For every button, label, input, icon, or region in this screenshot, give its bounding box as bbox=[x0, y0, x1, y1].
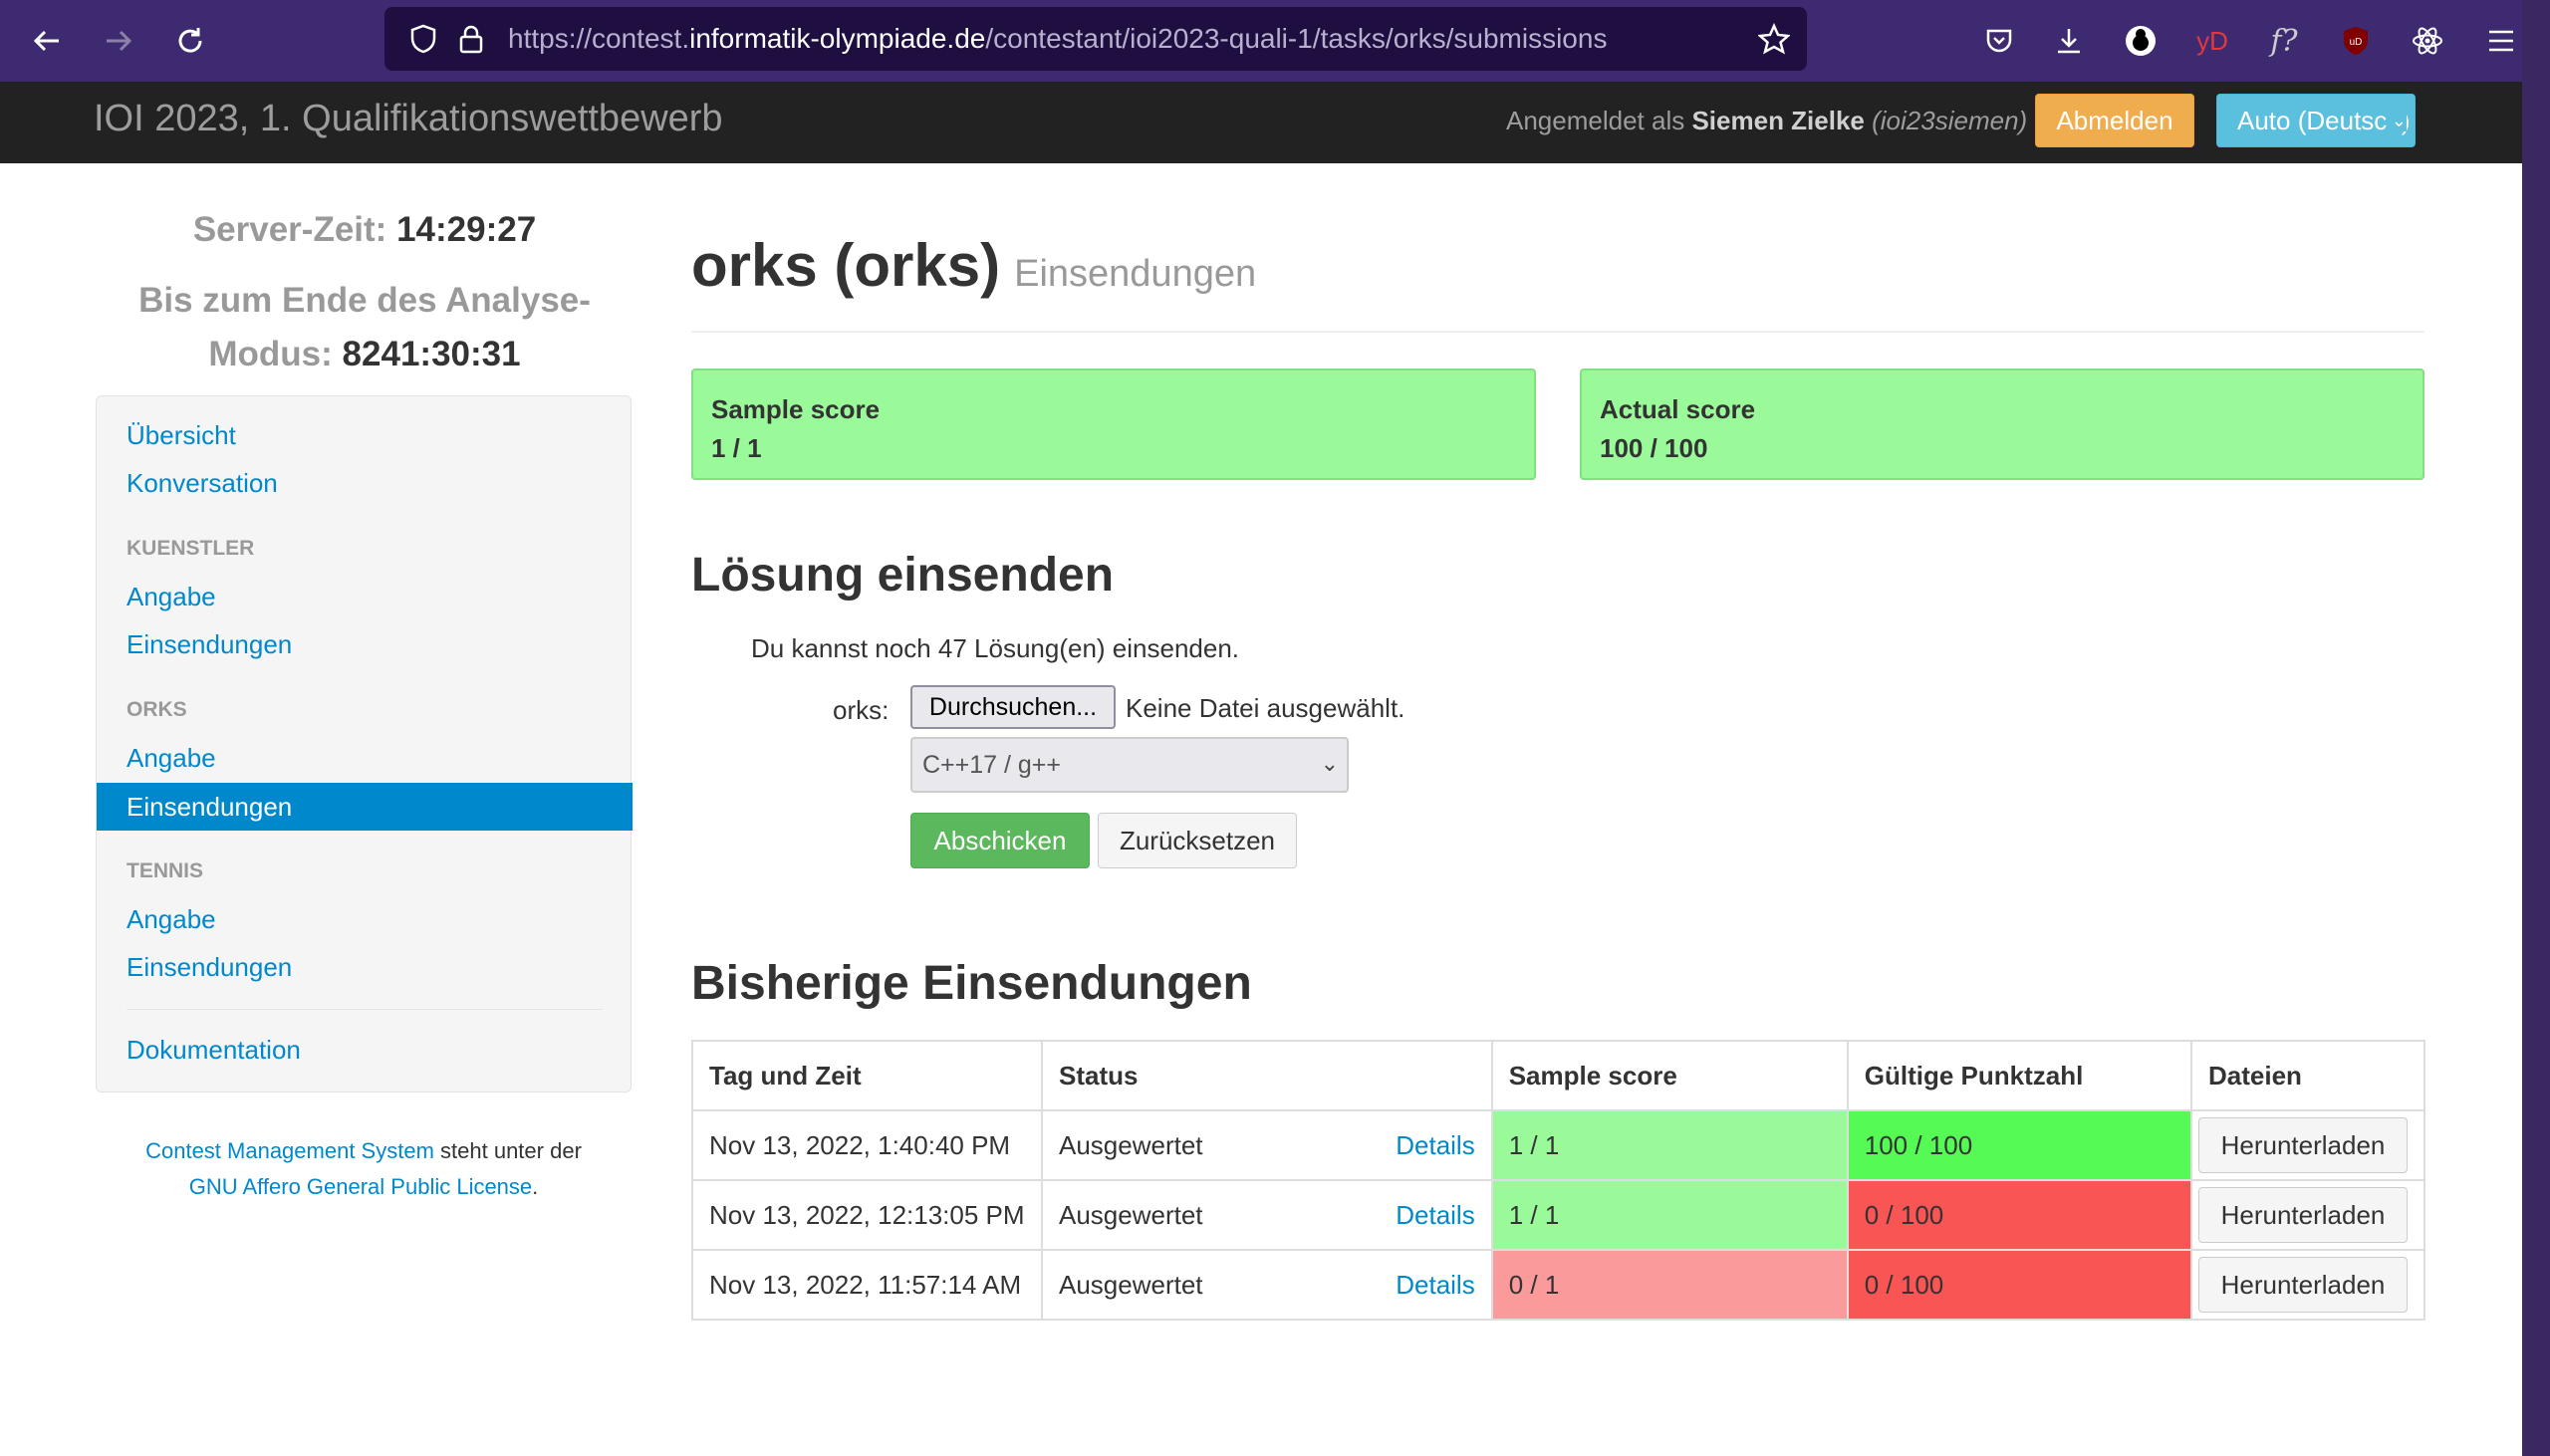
reset-button[interactable]: Zurücksetzen bbox=[1098, 813, 1297, 868]
column-header: Tag und Zeit bbox=[691, 1040, 1043, 1111]
actual-score-box: Actual score 100 / 100 bbox=[1580, 368, 2424, 480]
submission-time: Nov 13, 2022, 12:13:05 PM bbox=[691, 1179, 1043, 1251]
browse-file-button[interactable]: Durchsuchen... bbox=[910, 685, 1116, 729]
submission-time: Nov 13, 2022, 1:40:40 PM bbox=[691, 1109, 1043, 1181]
react-devtools-icon[interactable] bbox=[2403, 16, 2452, 66]
sidebar-nav: Übersicht Konversation KUENSTLER Angabe … bbox=[96, 395, 633, 1092]
download-button[interactable]: Herunterladen bbox=[2197, 1257, 2408, 1313]
sample-score-box: Sample score 1 / 1 bbox=[691, 368, 1536, 480]
url-text[interactable]: https://contest.informatik-olympiade.de/… bbox=[508, 23, 1607, 55]
contest-brand[interactable]: IOI 2023, 1. Qualifikationswettbewerb bbox=[94, 98, 723, 140]
sample-score-cell: 1 / 1 bbox=[1490, 1179, 1849, 1251]
lock-icon[interactable] bbox=[446, 14, 496, 64]
details-link[interactable]: Details bbox=[1396, 1270, 1474, 1301]
license-footer: Contest Management System steht unter de… bbox=[145, 1138, 582, 1199]
download-button[interactable]: Herunterladen bbox=[2197, 1187, 2408, 1243]
submission-status: Ausgewertet Details bbox=[1040, 1179, 1493, 1251]
sidebar-item-conversation[interactable]: Konversation bbox=[127, 468, 278, 499]
sidebar-item-overview[interactable]: Übersicht bbox=[127, 420, 236, 451]
chevron-down-icon: ⌄ bbox=[2387, 111, 2407, 131]
table-row: Nov 13, 2022, 1:40:40 PM Ausgewertet Deta… bbox=[691, 1109, 2426, 1181]
no-file-text: Keine Datei ausgewählt. bbox=[1126, 693, 1405, 723]
file-label: orks: bbox=[833, 695, 890, 725]
remaining-submissions: Du kannst noch 47 Lösung(en) einsenden. bbox=[751, 633, 1240, 663]
page-title: orks (orks) Einsendungen bbox=[691, 232, 1257, 299]
analysis-remaining: Bis zum Ende des Analyse- Modus: 8241:30:… bbox=[138, 281, 591, 373]
valid-score-cell: 100 / 100 bbox=[1846, 1109, 2192, 1181]
download-button[interactable]: Herunterladen bbox=[2197, 1117, 2408, 1173]
submission-status: Ausgewertet Details bbox=[1040, 1249, 1493, 1321]
bookmark-star-icon[interactable] bbox=[1749, 14, 1799, 64]
ublock-icon[interactable]: uD bbox=[2331, 16, 2381, 66]
table-row: Nov 13, 2022, 11:57:14 AM Ausgewertet Det… bbox=[691, 1249, 2426, 1321]
submit-heading: Lösung einsenden bbox=[691, 549, 1115, 602]
menu-hamburger-icon[interactable] bbox=[2476, 16, 2522, 66]
table-header-row: Tag und Zeit Status Sample score Gültige… bbox=[691, 1040, 2426, 1111]
previous-submissions-heading: Bisherige Einsendungen bbox=[691, 957, 1252, 1010]
column-header: Dateien bbox=[2189, 1040, 2426, 1111]
sidebar-section-tennis: TENNIS bbox=[127, 859, 204, 882]
sidebar-item-orks-statement[interactable]: Angabe bbox=[127, 743, 216, 774]
sidebar-section-orks: ORKS bbox=[127, 698, 187, 721]
extension-f-icon[interactable]: f? bbox=[2259, 16, 2309, 66]
sidebar-item-kuenstler-statement[interactable]: Angabe bbox=[127, 582, 216, 612]
submit-button[interactable]: Abschicken bbox=[910, 813, 1090, 868]
extension-octocat-icon[interactable] bbox=[2116, 16, 2166, 66]
sidebar-item-tennis-submissions[interactable]: Einsendungen bbox=[127, 952, 292, 983]
sidebar-section-kuenstler: KUENSTLER bbox=[127, 537, 255, 560]
title-divider bbox=[691, 331, 2424, 333]
details-link[interactable]: Details bbox=[1396, 1200, 1474, 1231]
download-icon[interactable] bbox=[2044, 16, 2094, 66]
top-navbar: IOI 2023, 1. Qualifikationswettbewerb An… bbox=[0, 82, 2522, 163]
table-row: Nov 13, 2022, 12:13:05 PM Ausgewertet Det… bbox=[691, 1179, 2426, 1251]
submission-status: Ausgewertet Details bbox=[1040, 1109, 1493, 1181]
license-link[interactable]: GNU Affero General Public License bbox=[189, 1174, 532, 1199]
back-arrow-icon[interactable] bbox=[22, 16, 72, 66]
sample-score-cell: 1 / 1 bbox=[1490, 1109, 1849, 1181]
language-dropdown[interactable]: C++17 / g++ ⌄ bbox=[910, 737, 1349, 793]
valid-score-cell: 0 / 100 bbox=[1846, 1179, 2192, 1251]
files-cell: Herunterladen bbox=[2189, 1109, 2426, 1181]
svg-text:uD: uD bbox=[2350, 37, 2363, 48]
extension-yd-icon[interactable]: yD bbox=[2187, 16, 2237, 66]
cms-link[interactable]: Contest Management System bbox=[145, 1138, 434, 1163]
shield-icon[interactable] bbox=[398, 14, 448, 64]
sidebar-item-orks-submissions[interactable]: Einsendungen bbox=[97, 783, 633, 831]
valid-score-cell: 0 / 100 bbox=[1846, 1249, 2192, 1321]
sidebar-item-kuenstler-submissions[interactable]: Einsendungen bbox=[127, 629, 292, 660]
browser-window: https://contest.informatik-olympiade.de/… bbox=[0, 0, 2522, 1456]
submission-time: Nov 13, 2022, 11:57:14 AM bbox=[691, 1249, 1043, 1321]
column-header: Sample score bbox=[1490, 1040, 1849, 1111]
reload-icon[interactable] bbox=[165, 16, 215, 66]
logout-button[interactable]: Abmelden bbox=[2035, 94, 2194, 147]
details-link[interactable]: Details bbox=[1396, 1130, 1474, 1161]
sidebar-item-tennis-statement[interactable]: Angabe bbox=[127, 904, 216, 935]
column-header: Gültige Punktzahl bbox=[1846, 1040, 2192, 1111]
server-time: Server-Zeit: 14:29:27 bbox=[192, 210, 537, 249]
files-cell: Herunterladen bbox=[2189, 1249, 2426, 1321]
logged-in-info: Angemeldet als Siemen Zielke (ioi23sieme… bbox=[1506, 106, 2028, 135]
browser-toolbar: https://contest.informatik-olympiade.de/… bbox=[0, 0, 2522, 82]
language-select[interactable]: Auto (Deutsch) ⌄ bbox=[2216, 94, 2416, 147]
sidebar-item-documentation[interactable]: Dokumentation bbox=[127, 1035, 301, 1066]
files-cell: Herunterladen bbox=[2189, 1179, 2426, 1251]
pocket-icon[interactable] bbox=[1974, 16, 2024, 66]
chevron-down-icon: ⌄ bbox=[1320, 751, 1339, 776]
column-header: Status bbox=[1040, 1040, 1493, 1111]
sidebar-divider bbox=[127, 1009, 603, 1010]
submissions-table: Tag und Zeit Status Sample score Gültige… bbox=[691, 1040, 2426, 1321]
sample-score-cell: 0 / 1 bbox=[1490, 1249, 1849, 1321]
forward-arrow-icon[interactable] bbox=[94, 16, 143, 66]
address-bar[interactable]: https://contest.informatik-olympiade.de/… bbox=[384, 7, 1807, 71]
